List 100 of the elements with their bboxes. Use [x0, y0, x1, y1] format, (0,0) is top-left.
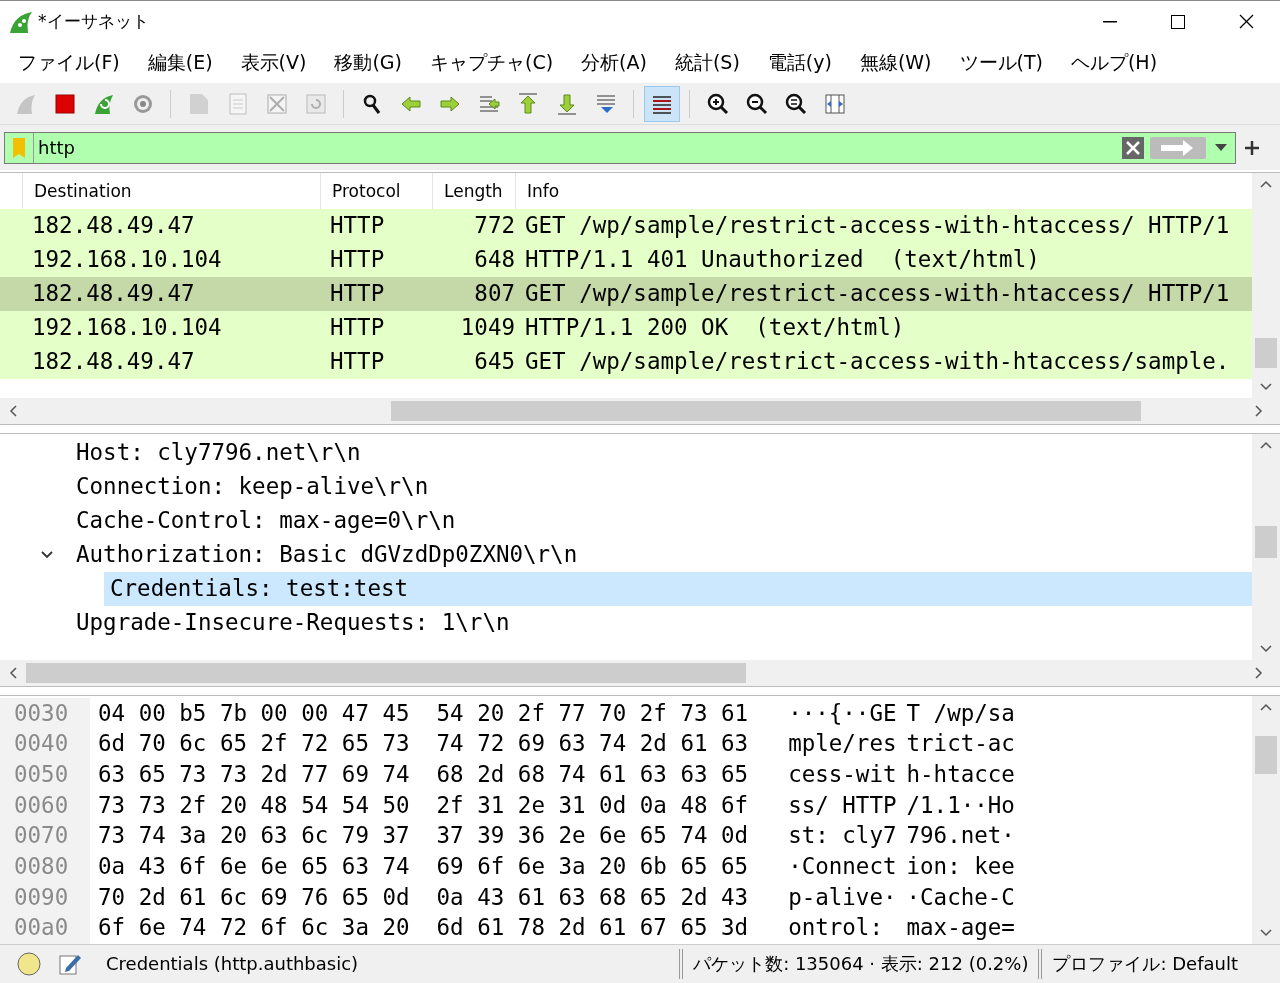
hex-bytes: 73 74 3a 20 63 6c 79 37 [98, 821, 410, 851]
hex-bytes: 68 2d 68 74 61 63 63 65 [436, 759, 749, 789]
table-cell-text: HTTP/1.1 401 Unauthorized (text/html) [524, 245, 1041, 275]
hex-bytes: 37 39 36 2e 6e 65 74 0d [436, 821, 749, 851]
maximize-icon [1171, 14, 1185, 29]
toolbar-button[interactable] [643, 85, 680, 122]
packet-row[interactable]: 182.48.49.47 HTTP 772 GET /wp/sample/restrict-access-with-htaccess/ HTTP/1 [0, 209, 1252, 244]
table-cell-text: HTTP [329, 211, 386, 241]
packet-row[interactable]: 182.48.49.47 HTTP 645 GET /wp/sample/restrict-access-with-htaccess/sample. [0, 345, 1252, 380]
scrollbar-thumb[interactable] [1255, 525, 1277, 558]
table-cell-text: HTTP [329, 313, 386, 343]
ascii-text: ss/ HTTP [788, 790, 897, 820]
tree-item[interactable]: Upgrade-Insecure-Requests: 1\r\n [76, 605, 510, 640]
close-icon [1238, 14, 1254, 29]
clear-icon[interactable] [1121, 135, 1145, 160]
hex-bytes: 04 00 b5 7b 00 00 47 45 [98, 698, 410, 728]
table-cell-text: GET /wp/sample/restrict-access-with-htaccess/ HTTP/1 [524, 211, 1231, 241]
display-filter-field[interactable]: http [4, 131, 1236, 164]
menu-item[interactable]: ファイル(F) [4, 48, 134, 77]
offset-text: 00a0 [0, 912, 90, 944]
scrollbar-thumb[interactable] [1255, 337, 1277, 368]
ascii-text: 796.net· [906, 821, 1015, 851]
status-field-text: Credentials (http.authbasic) [106, 952, 359, 977]
table-cell-text: 648 [473, 245, 515, 275]
hex-bytes: 54 20 2f 77 70 2f 73 61 [436, 698, 749, 728]
ascii-text: /1.1··Ho [906, 790, 1015, 820]
table-cell-text: GET /wp/sample/restrict-access-with-htaccess/sample. [524, 347, 1231, 377]
menu-item[interactable]: 移動(G) [320, 48, 416, 77]
tree-item[interactable]: Credentials: test:test [104, 571, 1252, 606]
horizontal-scrollbar[interactable] [0, 660, 1280, 687]
window-title: *イーサネット [38, 9, 149, 33]
tree-item[interactable]: Host: cly7796.net\r\n [76, 435, 361, 470]
hex-bytes: 69 6f 6e 3a 20 6b 65 65 [436, 851, 749, 881]
stop-icon [52, 91, 77, 116]
ascii-text: ·Cache-C [906, 882, 1015, 912]
ascii-text: ···{··GE [788, 698, 897, 728]
packet-row[interactable]: 192.168.10.104 HTTP 648 HTTP/1.1 401 Unauthorized (text/html) [0, 243, 1252, 278]
menu-item[interactable]: ヘルプ(H) [1056, 48, 1172, 77]
vertical-scrollbar[interactable] [1252, 696, 1280, 944]
dropdown-caret-icon[interactable] [1215, 143, 1227, 152]
hex-bytes: 70 2d 61 6c 69 76 65 0d [98, 882, 410, 912]
menu-item[interactable]: ツール(T) [945, 48, 1057, 77]
zoom-in-icon [705, 91, 730, 116]
tree-item[interactable]: Authorization: Basic dGVzdDp0ZXN0\r\n [76, 537, 578, 572]
hex-bytes: 6d 70 6c 65 2f 72 65 73 [98, 729, 410, 759]
resize-columns-icon [822, 91, 847, 116]
table-cell-text: 182.48.49.47 [31, 347, 196, 377]
offset-text: 0060 [0, 790, 90, 821]
scroll-right-icon[interactable] [1254, 666, 1264, 681]
tree-item[interactable]: Connection: keep-alive\r\n [76, 469, 429, 504]
scroll-right-icon[interactable] [1254, 403, 1264, 418]
scrollbar-thumb[interactable] [391, 400, 1141, 421]
ascii-text: ontrol: [788, 913, 884, 943]
ascii-text: st: cly7 [788, 821, 897, 851]
add-icon[interactable] [1244, 139, 1260, 156]
vertical-scrollbar[interactable] [1252, 173, 1280, 398]
ascii-text: max-age= [906, 913, 1015, 943]
ascii-text: trict-ac [906, 729, 1015, 759]
menu-item[interactable]: 電話(y) [753, 48, 846, 77]
hex-bytes: 6d 61 78 2d 61 67 65 3d [436, 913, 749, 943]
table-cell-text: 807 [473, 279, 515, 309]
vertical-scrollbar[interactable] [1252, 433, 1280, 661]
horizontal-scrollbar[interactable] [0, 397, 1280, 424]
scrollbar-thumb[interactable] [26, 663, 746, 684]
packet-row[interactable]: 192.168.10.104 HTTP 1049 HTTP/1.1 200 OK (text/html) [0, 311, 1252, 346]
hex-bytes: 0a 43 61 63 68 65 2d 43 [436, 882, 749, 912]
offset-text: 0050 [0, 759, 90, 791]
ascii-text: mple/res [788, 729, 897, 759]
reload-icon [303, 91, 328, 116]
menu-item[interactable]: 無線(W) [845, 48, 946, 77]
hex-bytes: 74 72 69 63 74 2d 61 63 [436, 729, 749, 759]
table-cell-text: HTTP/1.1 200 OK (text/html) [524, 313, 906, 343]
offset-text: 0070 [0, 820, 90, 852]
expanded-chevron-icon[interactable] [40, 550, 54, 561]
profile-text[interactable]: プロファイル: Default [1052, 950, 1238, 978]
menu-item[interactable]: 表示(V) [226, 48, 321, 77]
table-cell-text: 1049 [459, 313, 515, 343]
menu-item[interactable]: 編集(E) [133, 48, 227, 77]
close-file-icon [264, 91, 289, 116]
packet-row[interactable]: 182.48.49.47 HTTP 807 GET /wp/sample/restrict-access-with-htaccess/ HTTP/1 [0, 277, 1252, 312]
ascii-text: h-htacce [906, 759, 1015, 789]
zoom-out-icon [744, 91, 769, 116]
menu-item[interactable]: キャプチャ(C) [416, 48, 568, 77]
scroll-left-icon[interactable] [8, 403, 18, 418]
menu-item[interactable]: 統計(S) [660, 48, 754, 77]
ascii-text: p-alive· [788, 882, 897, 912]
zoom-reset-icon [783, 91, 808, 116]
ascii-text: T /wp/sa [906, 698, 1015, 728]
tree-item[interactable]: Cache-Control: max-age=0\r\n [76, 503, 456, 538]
table-cell-text: 192.168.10.104 [31, 245, 223, 275]
packet-count-text: パケット数: 135064 · 表示: 212 (0.2%) [693, 952, 1029, 977]
table-cell-text: HTTP [329, 245, 386, 275]
scroll-left-icon[interactable] [8, 666, 18, 681]
table-cell-text: 645 [473, 347, 515, 377]
menu-item[interactable]: 分析(A) [567, 48, 661, 77]
table-cell-text: GET /wp/sample/restrict-access-with-htaccess/ HTTP/1 [524, 279, 1231, 309]
ascii-text: cess-wit [788, 759, 897, 789]
hex-bytes: 0a 43 6f 6e 6e 65 63 74 [98, 851, 410, 881]
scrollbar-thumb[interactable] [1255, 736, 1277, 775]
table-cell-text: 182.48.49.47 [31, 279, 196, 309]
